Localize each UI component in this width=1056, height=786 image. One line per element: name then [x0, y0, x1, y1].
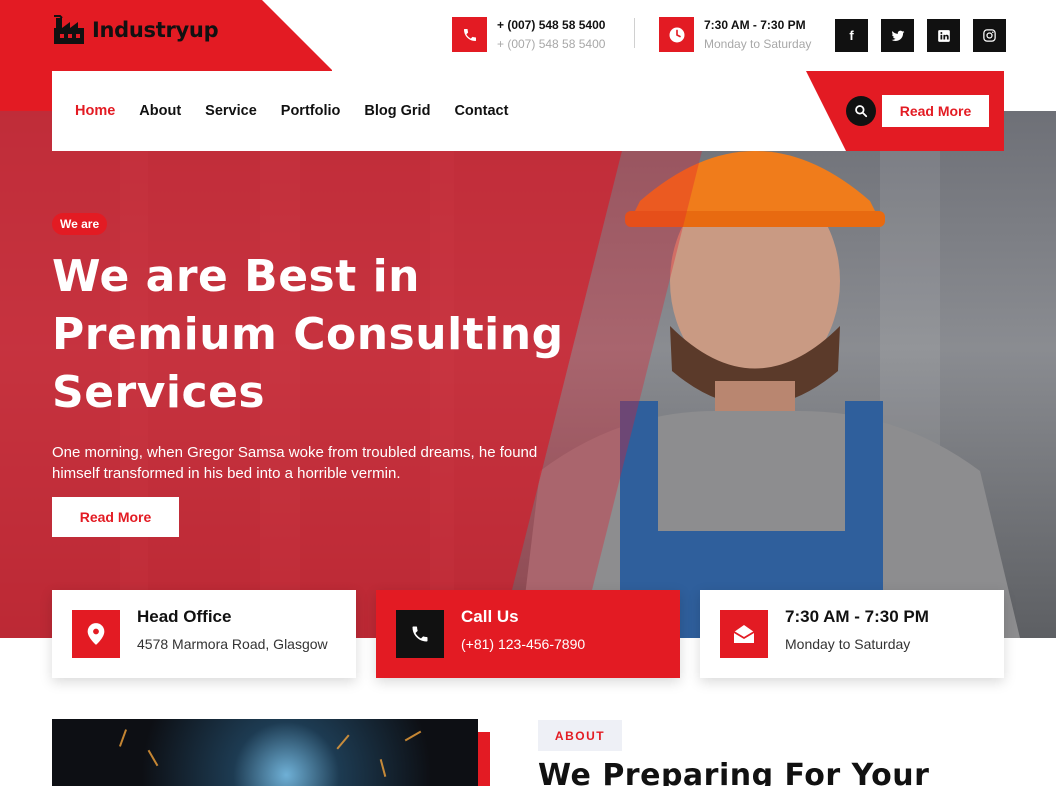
phone-primary: + (007) 548 58 5400: [497, 18, 606, 32]
linkedin-icon[interactable]: [927, 19, 960, 52]
hero-title: We are Best in Premium Consulting Servic…: [52, 248, 612, 422]
info-card-title: Call Us: [461, 607, 519, 626]
hero-title-line-2: Premium Consulting: [52, 309, 564, 360]
about-heading: We Preparing For Your: [538, 758, 930, 786]
facebook-icon[interactable]: f: [835, 19, 868, 52]
info-card-text: 4578 Marmora Road, Glasgow: [137, 636, 328, 652]
factory-icon: [54, 15, 84, 44]
search-icon[interactable]: [846, 96, 876, 126]
info-card-office: Head Office 4578 Marmora Road, Glasgow: [52, 590, 356, 678]
logo[interactable]: Industryup: [52, 14, 219, 46]
location-pin-icon: [72, 610, 120, 658]
hero-title-line-3: Services: [52, 367, 266, 418]
about-image: [52, 719, 478, 786]
hero-read-more-button[interactable]: Read More: [52, 497, 179, 537]
phone-secondary: + (007) 548 58 5400: [497, 37, 606, 51]
instagram-icon[interactable]: [973, 19, 1006, 52]
info-card-title: Head Office: [137, 607, 232, 626]
topbar-hours: 7:30 AM - 7:30 PM Monday to Saturday: [659, 17, 811, 52]
hero-lead: One morning, when Gregor Samsa woke from…: [52, 444, 538, 482]
nav-read-more-button[interactable]: Read More: [882, 95, 989, 127]
hero-tag: We are: [52, 213, 108, 235]
nav-item-contact[interactable]: Contact: [454, 103, 508, 119]
main-nav: Home About Service Portfolio Blog Grid C…: [52, 71, 1004, 151]
info-card-hours: 7:30 AM - 7:30 PM Monday to Saturday: [700, 590, 1004, 678]
nav-menu: Home About Service Portfolio Blog Grid C…: [75, 103, 508, 119]
nav-item-blog-grid[interactable]: Blog Grid: [364, 103, 430, 119]
info-card-text: Monday to Saturday: [785, 636, 911, 652]
nav-item-service[interactable]: Service: [205, 103, 257, 119]
envelope-icon: [720, 610, 768, 658]
nav-item-about[interactable]: About: [139, 103, 181, 119]
hours-days: Monday to Saturday: [704, 37, 812, 51]
social-links: f: [835, 19, 1006, 52]
topbar-divider: [634, 18, 635, 48]
info-card-title: 7:30 AM - 7:30 PM: [785, 607, 929, 626]
info-card-call: Call Us (+81) 123-456-7890: [376, 590, 680, 678]
logo-text: Industryup: [92, 18, 219, 42]
clock-icon: [659, 17, 694, 52]
phone-icon: [452, 17, 487, 52]
topbar-phone[interactable]: + (007) 548 58 5400 + (007) 548 58 5400: [452, 17, 605, 52]
info-card-text: (+81) 123-456-7890: [461, 636, 586, 652]
about-tag: ABOUT: [538, 720, 622, 751]
hours-time: 7:30 AM - 7:30 PM: [704, 18, 806, 32]
twitter-icon[interactable]: [881, 19, 914, 52]
nav-item-home[interactable]: Home: [75, 103, 115, 119]
nav-item-portfolio[interactable]: Portfolio: [281, 103, 341, 119]
about-accent-bar: [478, 732, 490, 786]
hero-title-line-1: We are Best in: [52, 251, 421, 302]
phone-icon: [396, 610, 444, 658]
